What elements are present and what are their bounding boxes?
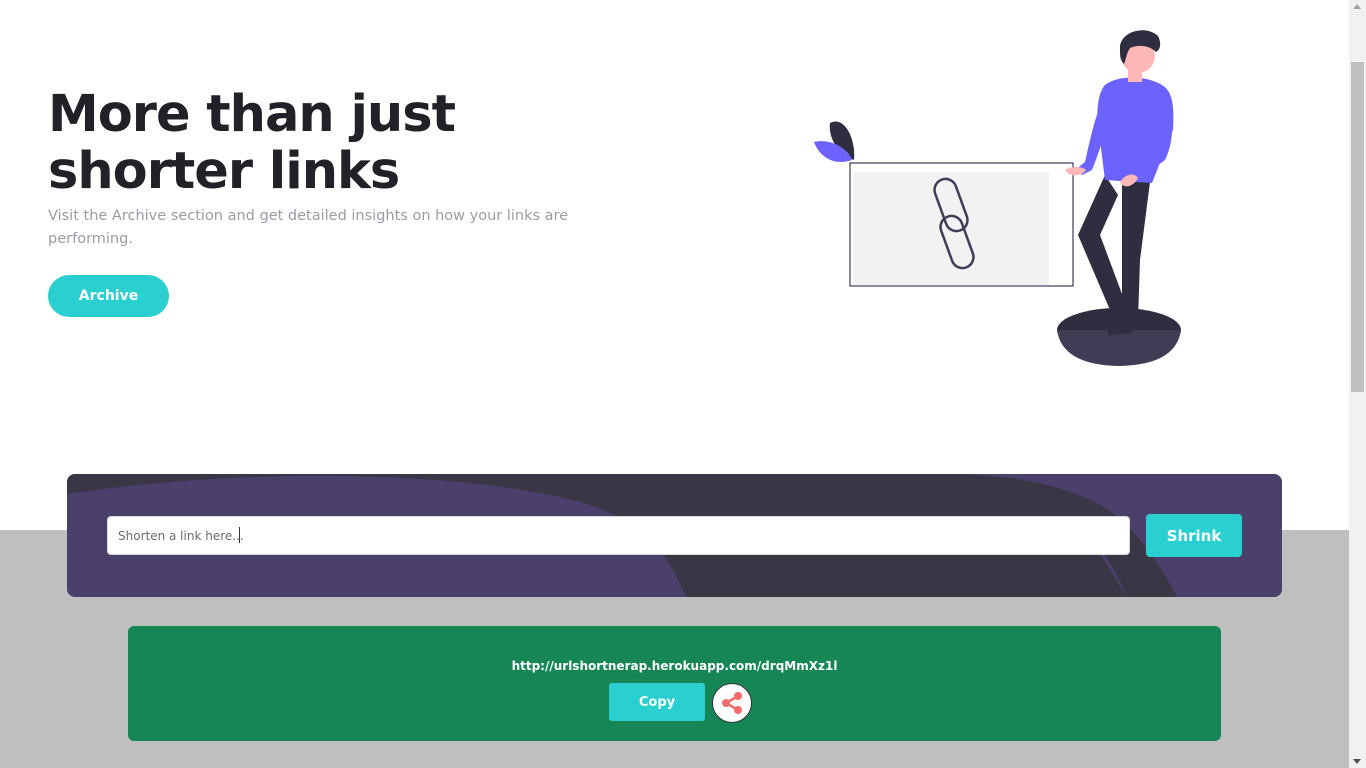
scroll-down-arrow-icon[interactable] (1353, 759, 1361, 764)
share-icon (722, 692, 742, 714)
copy-button[interactable]: Copy (609, 683, 705, 721)
hero-title: More than just shorter links (48, 85, 456, 201)
shrink-button[interactable]: Shrink (1146, 514, 1242, 557)
link-input[interactable] (107, 516, 1130, 555)
text-caret (239, 527, 240, 543)
shorten-panel: Shrink (67, 474, 1282, 597)
person-with-link-illustration (814, 30, 1181, 366)
short-url[interactable]: http://urlshortnerap.herokuapp.com/drqMm… (128, 659, 1221, 673)
hero-subtitle: Visit the Archive section and get detail… (48, 208, 569, 247)
scrollbar-thumb[interactable] (1351, 62, 1364, 392)
result-panel: http://urlshortnerap.herokuapp.com/drqMm… (128, 626, 1221, 741)
page: More than just shorter links Visit the A… (0, 0, 1349, 768)
archive-button[interactable]: Archive (48, 275, 169, 317)
scroll-up-arrow-icon[interactable] (1353, 4, 1361, 9)
share-button[interactable] (712, 683, 752, 723)
vertical-scrollbar[interactable] (1349, 0, 1366, 768)
